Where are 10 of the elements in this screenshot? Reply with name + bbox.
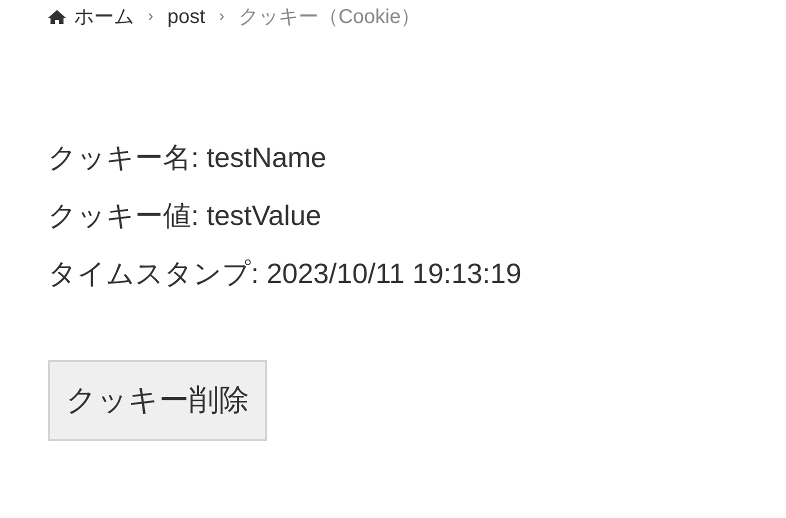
home-icon (48, 10, 66, 24)
breadcrumb-link[interactable]: post (167, 4, 206, 30)
cookie-info-text: クッキー名: testName (48, 141, 328, 175)
breadcrumb-link[interactable]: ホーム (48, 4, 134, 30)
breadcrumb-separator: › (219, 7, 224, 27)
cookie-info-text: タイムスタンプ: 2023/10/11 19:13:19 (48, 257, 522, 291)
breadcrumb-current: クッキー（Cookie） (238, 5, 421, 30)
cookie-info-text: クッキー値: testValue (48, 199, 322, 233)
delete-cookie-button[interactable]: クッキー削除 (48, 360, 267, 441)
breadcrumb-separator: › (148, 7, 154, 27)
